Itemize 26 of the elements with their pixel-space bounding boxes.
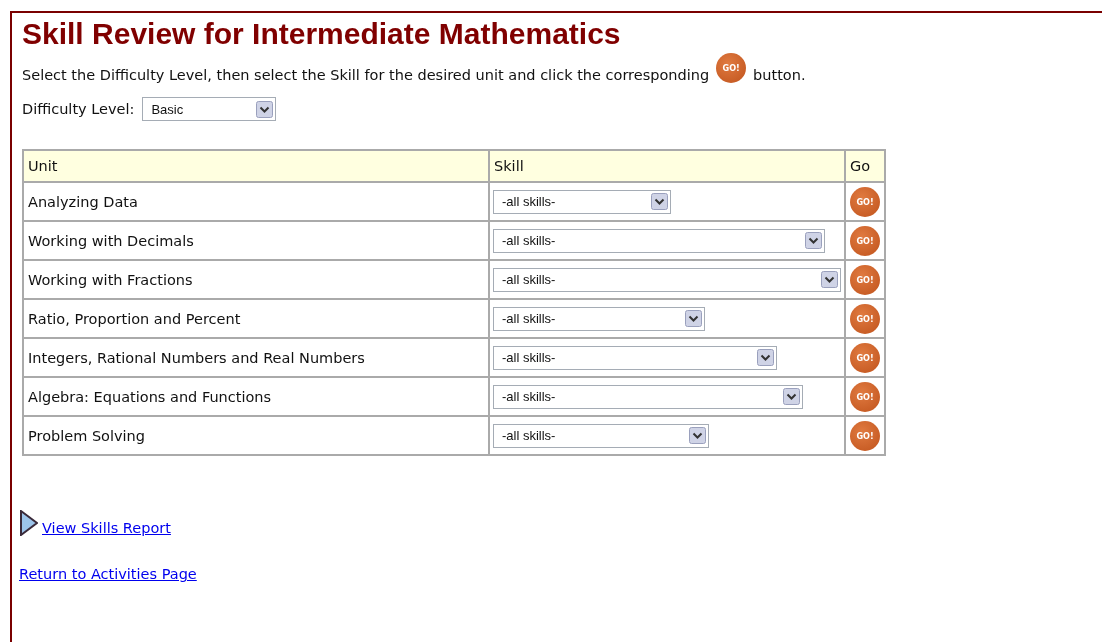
skill-dropdown[interactable]: -all skills- xyxy=(493,306,705,331)
skill-dropdown[interactable]: -all skills- xyxy=(493,423,709,448)
unit-cell: Integers, Rational Numbers and Real Numbers xyxy=(23,338,489,377)
unit-cell: Working with Fractions xyxy=(23,260,489,299)
unit-cell: Ratio, Proportion and Percent xyxy=(23,299,489,338)
unit-cell: Algebra: Equations and Functions xyxy=(23,377,489,416)
column-header: Unit xyxy=(23,150,489,182)
unit-cell: Analyzing Data xyxy=(23,182,489,221)
unit-cell: Working with Decimals xyxy=(23,221,489,260)
column-header: Go xyxy=(845,150,885,182)
skill-dropdown[interactable]: -all skills- xyxy=(493,345,777,370)
skill-dropdown[interactable]: -all skills- xyxy=(493,228,825,253)
view-skills-report-link[interactable]: View Skills Report xyxy=(42,520,171,536)
page-title: Skill Review for Intermediate Mathematics xyxy=(22,17,622,51)
difficulty-label: Difficulty Level: xyxy=(22,101,135,117)
difficulty-dropdown[interactable]: Basic xyxy=(142,97,277,121)
instruction-text: Select the Difficulty Level, then select the Skill for the desired unit and click the corresponding xyxy=(22,67,710,83)
triangle-arrow-icon xyxy=(20,510,38,536)
skill-dropdown[interactable]: -all skills- xyxy=(493,267,841,292)
instruction-text: button. xyxy=(753,67,806,83)
go-badge: GO! xyxy=(716,53,747,83)
return-link[interactable]: Return to Activities Page xyxy=(19,566,197,582)
skill-dropdown[interactable]: -all skills- xyxy=(493,384,803,409)
unit-cell: Problem Solving xyxy=(23,416,489,455)
skill-dropdown[interactable]: -all skills- xyxy=(493,189,671,214)
column-header: Skill xyxy=(489,150,845,182)
